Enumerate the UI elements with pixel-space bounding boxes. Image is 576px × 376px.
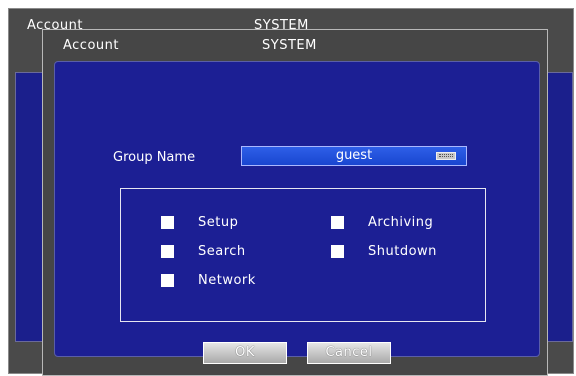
permission-archiving[interactable]: Archiving [331,215,471,231]
group-name-field[interactable]: guest [241,146,467,166]
permission-shutdown-label: Shutdown [368,244,437,259]
search-checkbox-icon[interactable] [161,245,174,258]
group-name-value: guest [335,148,373,163]
dialog-title-center: SYSTEM [262,38,317,53]
keyboard-icon[interactable] [436,152,456,160]
ok-button[interactable]: OK [203,342,287,364]
permission-shutdown[interactable]: Shutdown [331,244,471,260]
group-name-label: Group Name [113,150,196,165]
cancel-button[interactable]: Cancel [307,342,391,364]
permission-network[interactable]: Network [161,273,281,289]
background-panel-right [547,72,573,342]
setup-checkbox-icon[interactable] [161,216,174,229]
permissions-box: Setup Search Network Archiving Shutdown [120,188,486,322]
network-checkbox-icon[interactable] [161,274,174,287]
dialog-content-panel: Group Name guest Setup Search Network Ar… [54,61,540,357]
permission-archiving-label: Archiving [368,215,434,230]
permission-setup[interactable]: Setup [161,215,281,231]
shutdown-checkbox-icon[interactable] [331,245,344,258]
account-dialog: Account SYSTEM Group Name guest Setup Se… [42,29,548,376]
archiving-checkbox-icon[interactable] [331,216,344,229]
dialog-title-left: Account [63,38,119,53]
background-panel-left [15,72,45,342]
permission-network-label: Network [198,273,256,288]
dialog-title-bar: Account SYSTEM [43,30,547,60]
permission-setup-label: Setup [198,215,239,230]
permission-search-label: Search [198,244,246,259]
permission-search[interactable]: Search [161,244,281,260]
